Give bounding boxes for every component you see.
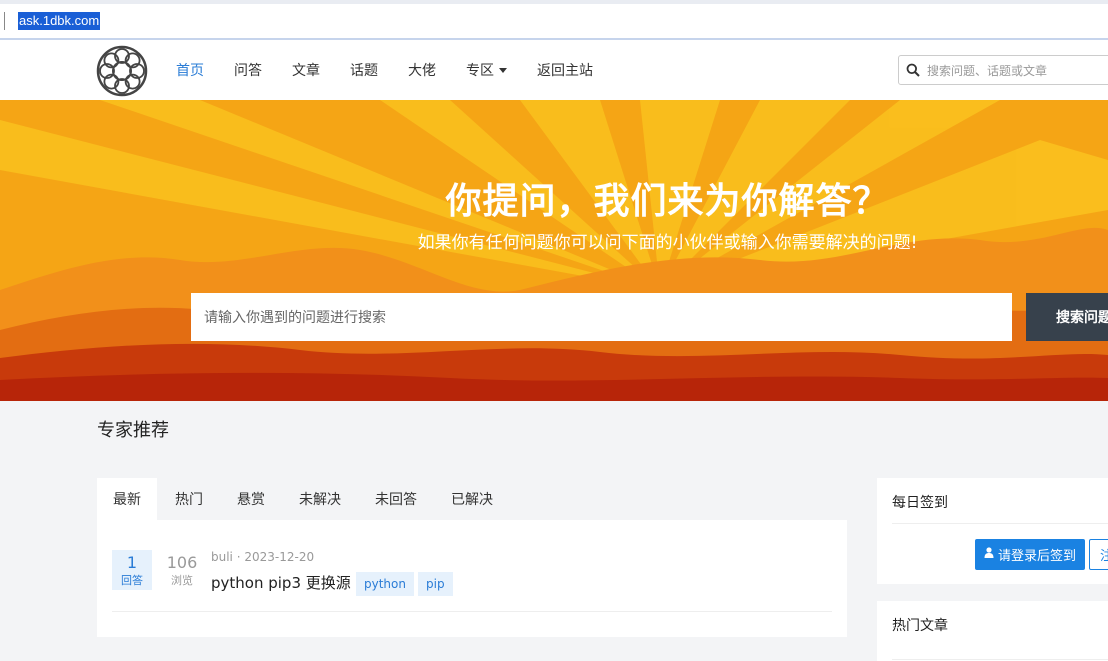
- tab-unanswered[interactable]: 未回答: [359, 478, 433, 520]
- banner-title: 你提问，我们来为你解答？: [445, 181, 890, 222]
- nav-questions[interactable]: 问答: [234, 60, 262, 80]
- question-date: 2023-12-20: [244, 550, 315, 564]
- hot-articles-card: 热门文章: [877, 601, 1108, 661]
- tag-pip[interactable]: pip: [418, 572, 453, 596]
- tag-python[interactable]: python: [356, 572, 414, 596]
- view-count: 106 浏览: [166, 553, 198, 587]
- url-text[interactable]: ask.1dbk.com: [18, 12, 101, 30]
- main-menu: 首页 问答 文章 话题 大佬 专区 返回主站: [176, 40, 623, 100]
- question-meta: buli · 2023-12-20: [211, 550, 315, 564]
- chevron-down-icon: [499, 67, 507, 73]
- question-title-link[interactable]: python pip3 更换源: [211, 572, 351, 593]
- question-list-panel: 1 回答 106 浏览 buli · 2023-12-20 python pip…: [97, 520, 847, 637]
- user-icon: [984, 547, 994, 562]
- register-button[interactable]: 注: [1089, 539, 1108, 570]
- question-author[interactable]: buli: [211, 550, 233, 564]
- question-list-item: 1 回答 106 浏览 buli · 2023-12-20 python pip…: [112, 550, 832, 612]
- hero-search-placeholder: 请输入你遇到的问题进行搜索: [204, 310, 386, 326]
- tab-latest[interactable]: 最新: [97, 478, 157, 520]
- nav-search-placeholder: 搜索问题、话题或文章: [927, 63, 1048, 78]
- section-title-experts: 专家推荐: [97, 420, 169, 441]
- nav-search-input[interactable]: 搜索问题、话题或文章: [898, 55, 1108, 85]
- tab-hot[interactable]: 热门: [159, 478, 219, 520]
- search-icon: [899, 63, 927, 77]
- hero-search-button[interactable]: 搜索问题: [1026, 293, 1108, 341]
- nav-back-to-main[interactable]: 返回主站: [537, 60, 593, 80]
- tab-unsolved[interactable]: 未解决: [283, 478, 357, 520]
- nav-experts[interactable]: 大佬: [408, 60, 436, 80]
- nav-home[interactable]: 首页: [176, 60, 204, 80]
- nav-articles[interactable]: 文章: [292, 60, 320, 80]
- checkin-title: 每日签到: [892, 495, 948, 511]
- divider: [892, 659, 1108, 660]
- nav-topics[interactable]: 话题: [350, 60, 378, 80]
- text-cursor: [4, 12, 5, 30]
- tab-solved[interactable]: 已解决: [435, 478, 509, 520]
- browser-tab-strip: [0, 0, 1108, 4]
- site-logo[interactable]: [96, 45, 148, 97]
- hero-banner: 你提问，我们来为你解答？ 如果你有任何问题你可以问下面的小伙伴或输入你需要解决的…: [0, 100, 1108, 401]
- question-tabs: 最新 热门 悬赏 未解决 未回答 已解决: [97, 478, 511, 520]
- hero-search-input[interactable]: 请输入你遇到的问题进行搜索: [191, 293, 1012, 341]
- nav-zones-dropdown[interactable]: 专区: [466, 60, 507, 80]
- banner-subtitle: 如果你有任何问题你可以问下面的小伙伴或输入你需要解决的问题!: [417, 233, 918, 253]
- tab-bounty[interactable]: 悬赏: [221, 478, 281, 520]
- browser-address-bar[interactable]: ask.1dbk.com: [0, 0, 1108, 40]
- login-to-checkin-button[interactable]: 请登录后签到: [975, 539, 1085, 570]
- answer-count-badge: 1 回答: [112, 550, 152, 590]
- hot-articles-title: 热门文章: [892, 618, 948, 634]
- divider: [892, 523, 1108, 524]
